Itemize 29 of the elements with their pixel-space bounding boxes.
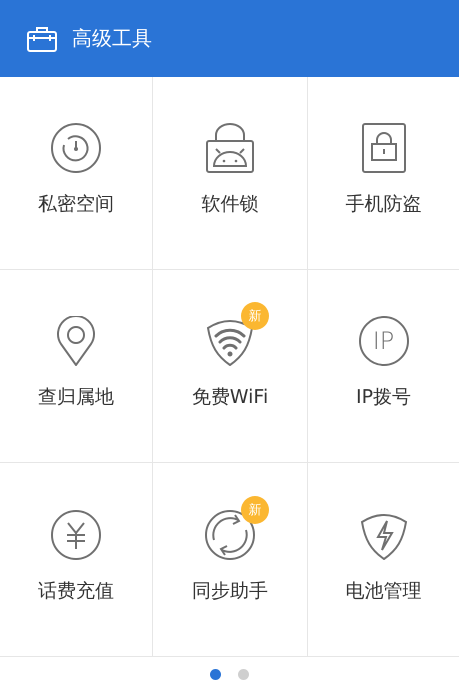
tool-label: 话费充值 xyxy=(38,578,114,604)
new-badge: 新 xyxy=(241,302,269,330)
android-lock-icon xyxy=(205,123,255,173)
tool-tile[interactable]: 新 同步助手 xyxy=(153,463,308,656)
tool-label: 同步助手 xyxy=(192,578,268,604)
tool-label: 手机防盗 xyxy=(346,192,422,217)
ip-icon-text: IP xyxy=(372,329,394,353)
tool-label: 免费WiFi xyxy=(192,385,268,410)
tool-label: 电池管理 xyxy=(346,578,422,604)
tool-tile[interactable]: 软件锁 xyxy=(153,77,308,270)
tool-label: 私密空间 xyxy=(38,192,114,217)
tool-label: IP拨号 xyxy=(356,385,412,410)
tool-tile[interactable]: 新 免费WiFi xyxy=(153,270,308,463)
new-badge: 新 xyxy=(241,496,269,524)
tool-tile[interactable]: 电池管理 xyxy=(308,463,459,656)
header-title: 高级工具 xyxy=(72,25,152,52)
tool-label: 软件锁 xyxy=(202,192,258,217)
tool-tile[interactable]: 查归属地 xyxy=(0,270,153,463)
tool-tile[interactable]: 手机防盗 xyxy=(308,77,459,270)
yen-icon xyxy=(51,510,101,560)
tool-tile[interactable]: IP IP拨号 xyxy=(308,270,459,463)
toolbox-icon xyxy=(26,24,58,52)
tool-tile[interactable]: 话费充值 xyxy=(0,463,153,656)
tool-label: 查归属地 xyxy=(38,385,114,410)
page-dot[interactable] xyxy=(210,669,221,680)
timer-icon xyxy=(51,123,101,173)
ip-icon xyxy=(358,316,408,366)
page-dot[interactable] xyxy=(238,669,249,680)
tool-tile[interactable]: 私密空间 xyxy=(0,77,153,270)
